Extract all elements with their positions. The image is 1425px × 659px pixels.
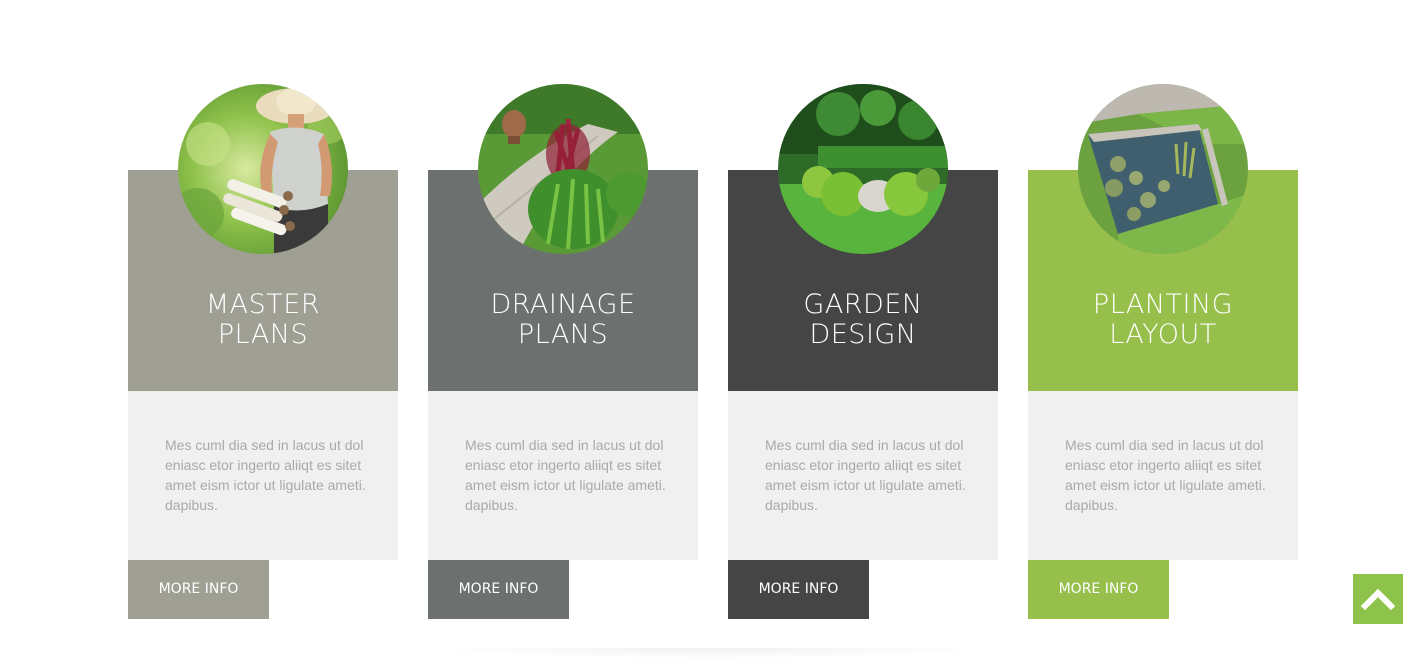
service-image-garden-path	[478, 84, 648, 254]
back-to-top-button[interactable]	[1353, 574, 1403, 624]
card-title-line2: DESIGN	[809, 319, 917, 350]
card-title-line1: PLANTING	[1092, 289, 1234, 320]
card-description: Mes cuml dia sed in lacus ut dol eniasc …	[1065, 437, 1266, 513]
card-title-line2: PLANS	[517, 319, 609, 350]
card-body: Mes cuml dia sed in lacus ut dol eniasc …	[1028, 391, 1298, 560]
card-title-line1: DRAINAGE	[490, 289, 636, 320]
more-info-button[interactable]: MORE INFO	[128, 560, 269, 619]
section-shadow	[430, 648, 990, 659]
card-title: MASTER PLANS	[128, 290, 398, 350]
card-title-line2: PLANS	[217, 319, 309, 350]
card-title-line1: MASTER	[205, 289, 321, 320]
card-title-line2: LAYOUT	[1109, 319, 1217, 350]
card-title: DRAINAGE PLANS	[428, 290, 698, 350]
card-body: Mes cuml dia sed in lacus ut dol eniasc …	[128, 391, 398, 560]
card-description: Mes cuml dia sed in lacus ut dol eniasc …	[465, 437, 666, 513]
services-section: MASTER PLANS Mes cuml dia sed in lacus u…	[0, 0, 1425, 659]
card-title: GARDEN DESIGN	[728, 290, 998, 350]
more-info-button[interactable]: MORE INFO	[1028, 560, 1169, 619]
service-image-woman-with-blueprints	[178, 84, 348, 254]
more-info-button[interactable]: MORE INFO	[728, 560, 869, 619]
card-body: Mes cuml dia sed in lacus ut dol eniasc …	[428, 391, 698, 560]
service-image-topiary-shrubs	[778, 84, 948, 254]
card-description: Mes cuml dia sed in lacus ut dol eniasc …	[765, 437, 966, 513]
chevron-up-icon	[1360, 588, 1396, 611]
card-title-line1: GARDEN	[803, 289, 923, 320]
service-image-lily-pond	[1078, 84, 1248, 254]
more-info-button[interactable]: MORE INFO	[428, 560, 569, 619]
card-title: PLANTING LAYOUT	[1028, 290, 1298, 350]
card-description: Mes cuml dia sed in lacus ut dol eniasc …	[165, 437, 366, 513]
card-body: Mes cuml dia sed in lacus ut dol eniasc …	[728, 391, 998, 560]
